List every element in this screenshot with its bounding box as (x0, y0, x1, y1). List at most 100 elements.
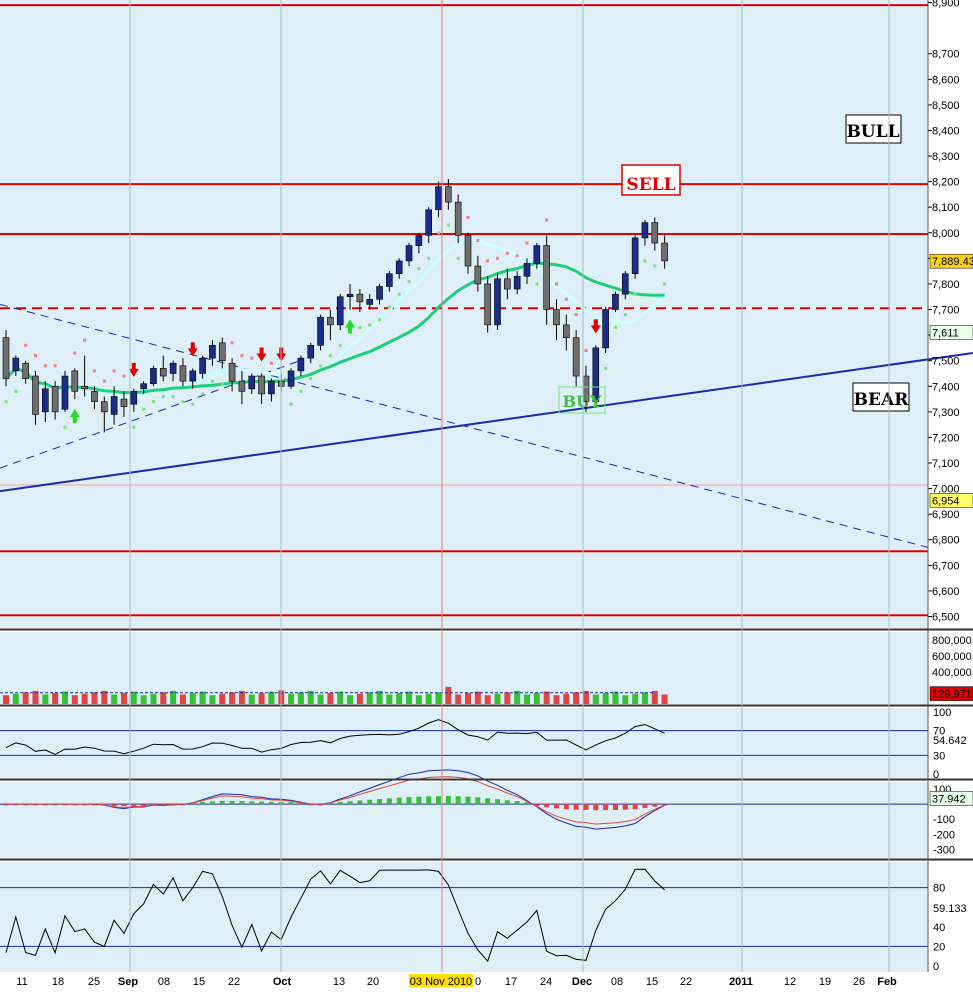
svg-text:BUY: BUY (563, 392, 602, 411)
macd-histogram-bar (121, 804, 127, 807)
macd-histogram-bar (386, 798, 392, 805)
sar-dot (574, 313, 578, 317)
macd-histogram-bar (239, 801, 245, 805)
candle-body (405, 245, 413, 262)
date-tick-label: 25 (88, 976, 100, 987)
sar-dot (417, 267, 421, 271)
candle-body (395, 260, 403, 275)
sar-dot (112, 369, 116, 373)
macd-histogram-bar (612, 804, 618, 811)
volume-bar (445, 686, 452, 704)
date-tick-label: 03 Nov 2010 (410, 976, 472, 987)
sar-dot (73, 351, 77, 355)
sar-dot (535, 282, 539, 286)
sar-dot (604, 366, 608, 370)
volume-bar (288, 693, 295, 704)
volume-bar (396, 693, 403, 704)
sar-dot (33, 354, 37, 358)
candle-body (513, 275, 521, 290)
candle-body (661, 242, 668, 262)
bull-label: BULL (845, 114, 902, 144)
sar-dot (613, 325, 617, 329)
volume-bar (140, 695, 147, 704)
volume-bar (523, 694, 530, 704)
candle-body (346, 293, 354, 298)
volume-bar (52, 693, 59, 704)
sar-dot (43, 364, 47, 368)
volume-bar (120, 693, 127, 704)
macd-histogram-bar (583, 804, 589, 810)
date-tick-label: 11 (16, 976, 27, 987)
stoch-tick-label: 0 (933, 961, 939, 973)
macd-tick-label: -200 (933, 829, 955, 841)
volume-bar (553, 695, 560, 704)
volume-bar (435, 692, 442, 704)
date-tick-label: 24 (540, 976, 552, 987)
volume-bar (209, 695, 216, 704)
date-tick-label: 17 (505, 976, 517, 987)
date-tick-label: 22 (680, 976, 692, 987)
volume-tick-label: 600,000 (932, 651, 972, 663)
volume-bar (248, 694, 255, 704)
sar-dot (476, 238, 480, 242)
rsi-tick-label: 30 (933, 750, 945, 762)
rsi-panel: 1007054.642300 (0, 707, 967, 781)
sar-dot (623, 313, 627, 317)
sar-dot (554, 282, 558, 286)
sar-dot (4, 400, 8, 404)
macd-histogram-bar (377, 799, 383, 805)
candle-body (494, 278, 501, 326)
price-tick-label: 7,500 (932, 356, 960, 368)
sar-dot (407, 279, 411, 283)
candle-body (189, 370, 197, 382)
price-tick-label: 6,800 (932, 535, 960, 547)
candle-body (91, 391, 98, 402)
rsi-tick-label: 54.642 (933, 735, 967, 747)
sar-dot (122, 374, 126, 378)
sar-dot (92, 369, 96, 373)
candle-body (464, 235, 472, 267)
volume-bar (425, 693, 432, 704)
sar-dot (53, 364, 57, 368)
macd-histogram-bar (131, 804, 137, 806)
volume-bar (563, 693, 570, 704)
sar-dot (378, 318, 382, 322)
macd-histogram-bar (259, 801, 265, 805)
sar-dot (220, 382, 224, 386)
volume-bar (3, 695, 9, 704)
macd-histogram-bar (200, 802, 206, 805)
sar-dot (525, 241, 529, 245)
macd-histogram-bar (229, 800, 235, 805)
sar-dot (181, 400, 185, 404)
candle-body (218, 342, 226, 361)
price-tick-label: 6,700 (932, 560, 960, 572)
price-tick-label: 8,500 (932, 100, 960, 112)
volume-bar (455, 694, 462, 704)
sar-dot (564, 297, 568, 301)
sar-dot (299, 389, 303, 393)
volume-bar (258, 693, 265, 704)
volume-bar (533, 693, 540, 704)
macd-tick-label: -100 (933, 814, 955, 826)
candle-body (248, 375, 256, 390)
sar-dot (142, 407, 146, 411)
volume-bar (641, 692, 648, 704)
volume-bar (612, 691, 619, 704)
candle-body (504, 278, 511, 290)
sar-dot (456, 256, 460, 260)
sell-label: SELL (621, 164, 681, 196)
volume-bar (406, 691, 413, 704)
macd-histogram-bar (406, 796, 412, 805)
volume-bar (12, 693, 19, 704)
volume-bar (573, 692, 580, 704)
macd-histogram-bar (396, 797, 402, 805)
volume-bg (0, 632, 928, 704)
candle-body (12, 357, 20, 372)
candle-body (297, 357, 305, 372)
candle-body (140, 383, 147, 390)
date-tick-label: Feb (877, 976, 897, 987)
candle-body (169, 362, 177, 374)
volume-bar (504, 692, 511, 704)
price-tick-label: 8,000 (932, 228, 960, 240)
svg-text:BEAR: BEAR (854, 390, 910, 410)
